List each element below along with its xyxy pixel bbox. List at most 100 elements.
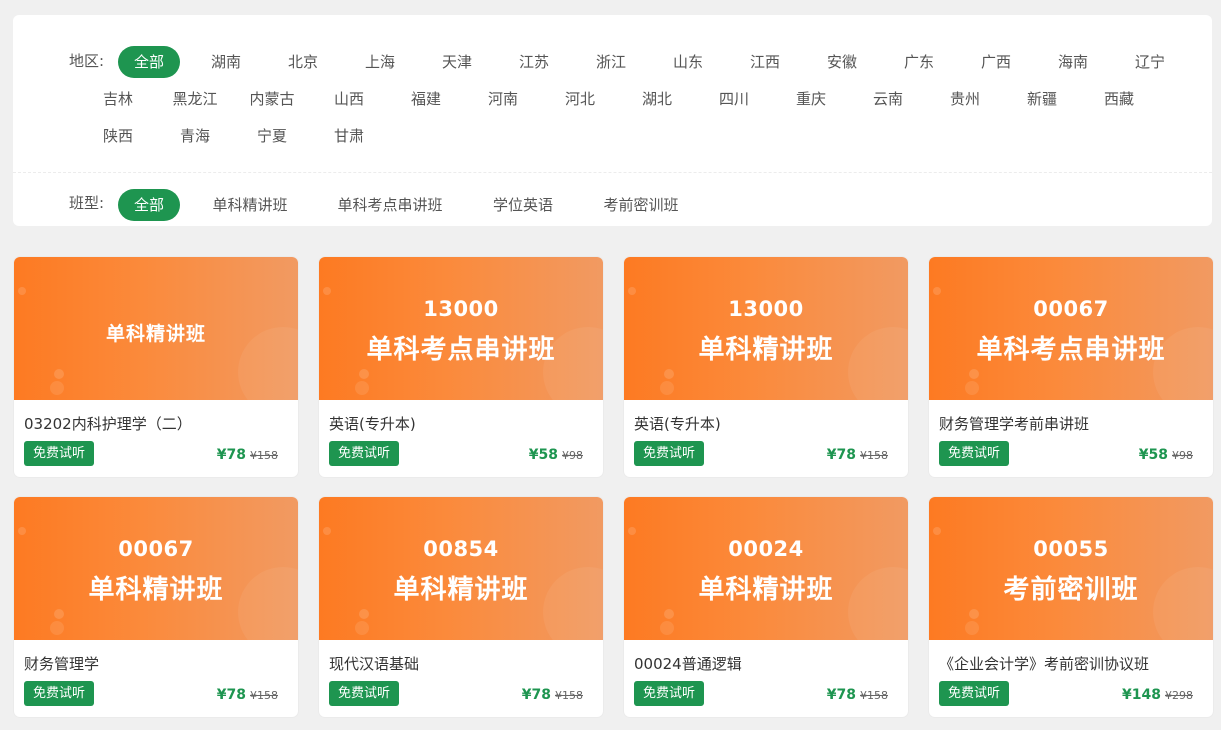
region-option[interactable]: 新疆 [1009,83,1075,115]
course-card[interactable]: 00024 单科精讲班 00024普通逻辑 免费试听 ¥78 ¥158 [624,497,908,717]
region-option[interactable]: 辽宁 [1117,46,1183,78]
region-option[interactable]: 重庆 [778,83,844,115]
region-option[interactable]: 山东 [655,46,721,78]
course-card[interactable]: 00055 考前密训班《企业会计学》考前密训协议班免费试听 ¥148 ¥298 [929,497,1213,717]
banner-class-title: 单科考点串讲班 [366,335,556,365]
course-name[interactable]: 现代汉语基础 [329,653,419,674]
banner-decoration [969,609,979,619]
original-price: ¥158 [860,689,888,702]
class-type-option[interactable]: 单科精讲班 [200,189,300,221]
banner-decoration [965,621,979,635]
region-option[interactable]: 吉林 [85,83,151,115]
region-option[interactable]: 甘肃 [316,120,382,152]
free-trial-button[interactable]: 免费试听 [634,681,705,706]
course-name[interactable]: 英语(专升本) [634,413,721,434]
free-trial-button[interactable]: 免费试听 [939,681,1010,706]
region-option[interactable]: 湖北 [624,83,690,115]
free-trial-button[interactable]: 免费试听 [634,441,705,466]
banner-decoration [628,527,636,535]
banner-course-code: 00055 [1033,537,1109,561]
course-banner: 00854 单科精讲班 [319,497,603,640]
price-box: ¥58 ¥98 [1139,444,1193,463]
region-option[interactable]: 北京 [270,46,336,78]
current-price: ¥78 [216,447,246,463]
region-option[interactable]: 江苏 [501,46,567,78]
class-type-option[interactable]: 全部 [118,189,180,221]
free-trial-button[interactable]: 免费试听 [329,441,400,466]
price-box: ¥78 ¥158 [827,444,888,463]
region-option[interactable]: 宁夏 [239,120,305,152]
banner-decoration [323,527,331,535]
price-box: ¥148 ¥298 [1122,684,1193,703]
banner-course-code: 13000 [423,297,499,321]
class-type-option[interactable]: 学位英语 [481,189,565,221]
price-box: ¥78 ¥158 [217,684,278,703]
region-option[interactable]: 内蒙古 [239,83,305,115]
region-option[interactable]: 西藏 [1086,83,1152,115]
region-option[interactable]: 安徽 [809,46,875,78]
course-banner: 13000 单科精讲班 [624,257,908,400]
region-option[interactable]: 全部 [118,46,180,78]
free-trial-button[interactable]: 免费试听 [329,681,400,706]
region-option[interactable]: 广西 [963,46,1029,78]
class-type-option[interactable]: 单科考点串讲班 [325,189,455,221]
banner-decoration [933,287,941,295]
course-name[interactable]: 03202内科护理学（二） [24,413,192,434]
free-trial-button[interactable]: 免费试听 [939,441,1010,466]
banner-decoration [660,381,674,395]
course-card[interactable]: 单科精讲班 03202内科护理学（二） 免费试听 ¥78 ¥158 [14,257,298,477]
current-price: ¥78 [216,687,246,703]
class-type-option[interactable]: 考前密训班 [591,189,691,221]
region-option[interactable]: 福建 [393,83,459,115]
region-option[interactable]: 陕西 [85,120,151,152]
banner-class-title: 考前密训班 [1003,575,1139,605]
banner-class-title: 单科考点串讲班 [976,335,1166,365]
price-box: ¥78 ¥158 [217,444,278,463]
course-name[interactable]: 00024普通逻辑 [634,653,742,674]
region-option[interactable]: 四川 [701,83,767,115]
course-banner: 13000 单科考点串讲班 [319,257,603,400]
course-card[interactable]: 00067 单科精讲班 财务管理学 免费试听 ¥78 ¥158 [14,497,298,717]
original-price: ¥158 [555,689,583,702]
course-card[interactable]: 13000 单科精讲班英语(专升本) 免费试听 ¥78 ¥158 [624,257,908,477]
price-box: ¥78 ¥158 [522,684,583,703]
region-option[interactable]: 云南 [855,83,921,115]
region-option[interactable]: 河南 [470,83,536,115]
free-trial-button[interactable]: 免费试听 [24,681,95,706]
region-option[interactable]: 贵州 [932,83,998,115]
class-type-filter-label: 班型: [69,194,105,212]
region-option[interactable]: 海南 [1040,46,1106,78]
original-price: ¥158 [250,689,278,702]
region-option[interactable]: 上海 [347,46,413,78]
region-option[interactable]: 浙江 [578,46,644,78]
filter-panel: 地区: 全部 湖南 北京 上海 天津 江苏 浙江 山东 江西 安徽 广东 广西 海南 辽宁 吉林 黑龙江 内蒙古… [13,15,1212,226]
banner-decoration [965,381,979,395]
course-card[interactable]: 00067 单科考点串讲班财务管理学考前串讲班免费试听 ¥58 ¥98 [929,257,1213,477]
banner-decoration [355,621,369,635]
banner-decoration [664,369,674,379]
course-banner: 单科精讲班 [14,257,298,400]
current-price: ¥58 [528,447,558,463]
banner-course-code: 13000 [728,297,804,321]
course-banner: 00024 单科精讲班 [624,497,908,640]
course-name[interactable]: 《企业会计学》考前密训协议班 [939,653,1149,674]
course-card[interactable]: 00854 单科精讲班现代汉语基础免费试听 ¥78 ¥158 [319,497,603,717]
region-option[interactable]: 广东 [886,46,952,78]
course-name[interactable]: 英语(专升本) [329,413,416,434]
region-option[interactable]: 江西 [732,46,798,78]
course-name[interactable]: 财务管理学考前串讲班 [939,413,1089,434]
course-name[interactable]: 财务管理学 [24,653,99,674]
region-option[interactable]: 青海 [162,120,228,152]
region-option[interactable]: 天津 [424,46,490,78]
original-price: ¥298 [1165,689,1193,702]
banner-course-code: 00854 [423,537,499,561]
region-option[interactable]: 湖南 [193,46,259,78]
course-card[interactable]: 13000 单科考点串讲班 英语(专升本) 免费试听 ¥58 ¥98 [319,257,603,477]
region-option[interactable]: 河北 [547,83,613,115]
free-trial-button[interactable]: 免费试听 [24,441,95,466]
region-option[interactable]: 黑龙江 [162,83,228,115]
course-banner: 00067 单科考点串讲班 [929,257,1213,400]
banner-decoration [18,287,26,295]
region-option[interactable]: 山西 [316,83,382,115]
banner-course-code: 00067 [118,537,194,561]
